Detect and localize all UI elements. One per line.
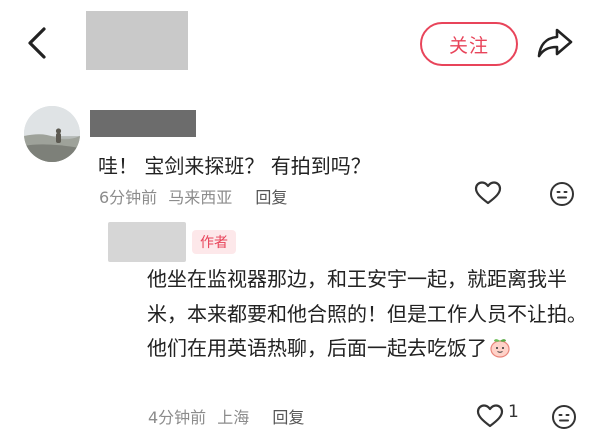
redacted-author-name [108, 222, 186, 262]
reply-time: 4分钟前 [148, 408, 207, 427]
heart-outline-icon[interactable] [474, 180, 502, 206]
reply-text-content: 他坐在监视器那边，和王安宇一起，就距离我半米，本来都要和他合照的！但是工作人员不… [147, 267, 587, 360]
author-badge: 作者 [192, 230, 236, 254]
reply-text: 他坐在监视器那边，和王安宇一起，就距离我半米，本来都要和他合照的！但是工作人员不… [147, 262, 587, 366]
follow-button[interactable]: 关注 [420, 22, 518, 66]
redacted-commenter-name [90, 110, 196, 137]
redacted-username [86, 11, 188, 70]
like-count: 1 [508, 402, 519, 422]
comment-reply-button[interactable]: 回复 [255, 188, 287, 207]
peach-emoji-icon [490, 339, 510, 358]
comment-text: 哇！ 宝剑来探班？ 有拍到吗？ [98, 154, 371, 178]
comment-time: 6分钟前 [99, 188, 158, 207]
reply-location: 上海 [217, 408, 250, 427]
avatar-landscape-icon [24, 106, 80, 162]
share-icon[interactable] [535, 24, 575, 60]
reply-reply-button[interactable]: 回复 [272, 408, 304, 427]
comment-location: 马来西亚 [168, 188, 233, 207]
smiley-face-icon[interactable] [551, 404, 577, 430]
heart-outline-icon[interactable] [476, 403, 504, 429]
reply-meta: 4分钟前 上海 回复 [148, 404, 310, 428]
back-chevron-icon[interactable] [24, 26, 52, 60]
smiley-face-icon[interactable] [549, 181, 575, 207]
comment-meta: 6分钟前 马来西亚 回复 [99, 184, 293, 208]
commenter-avatar[interactable] [24, 106, 80, 162]
